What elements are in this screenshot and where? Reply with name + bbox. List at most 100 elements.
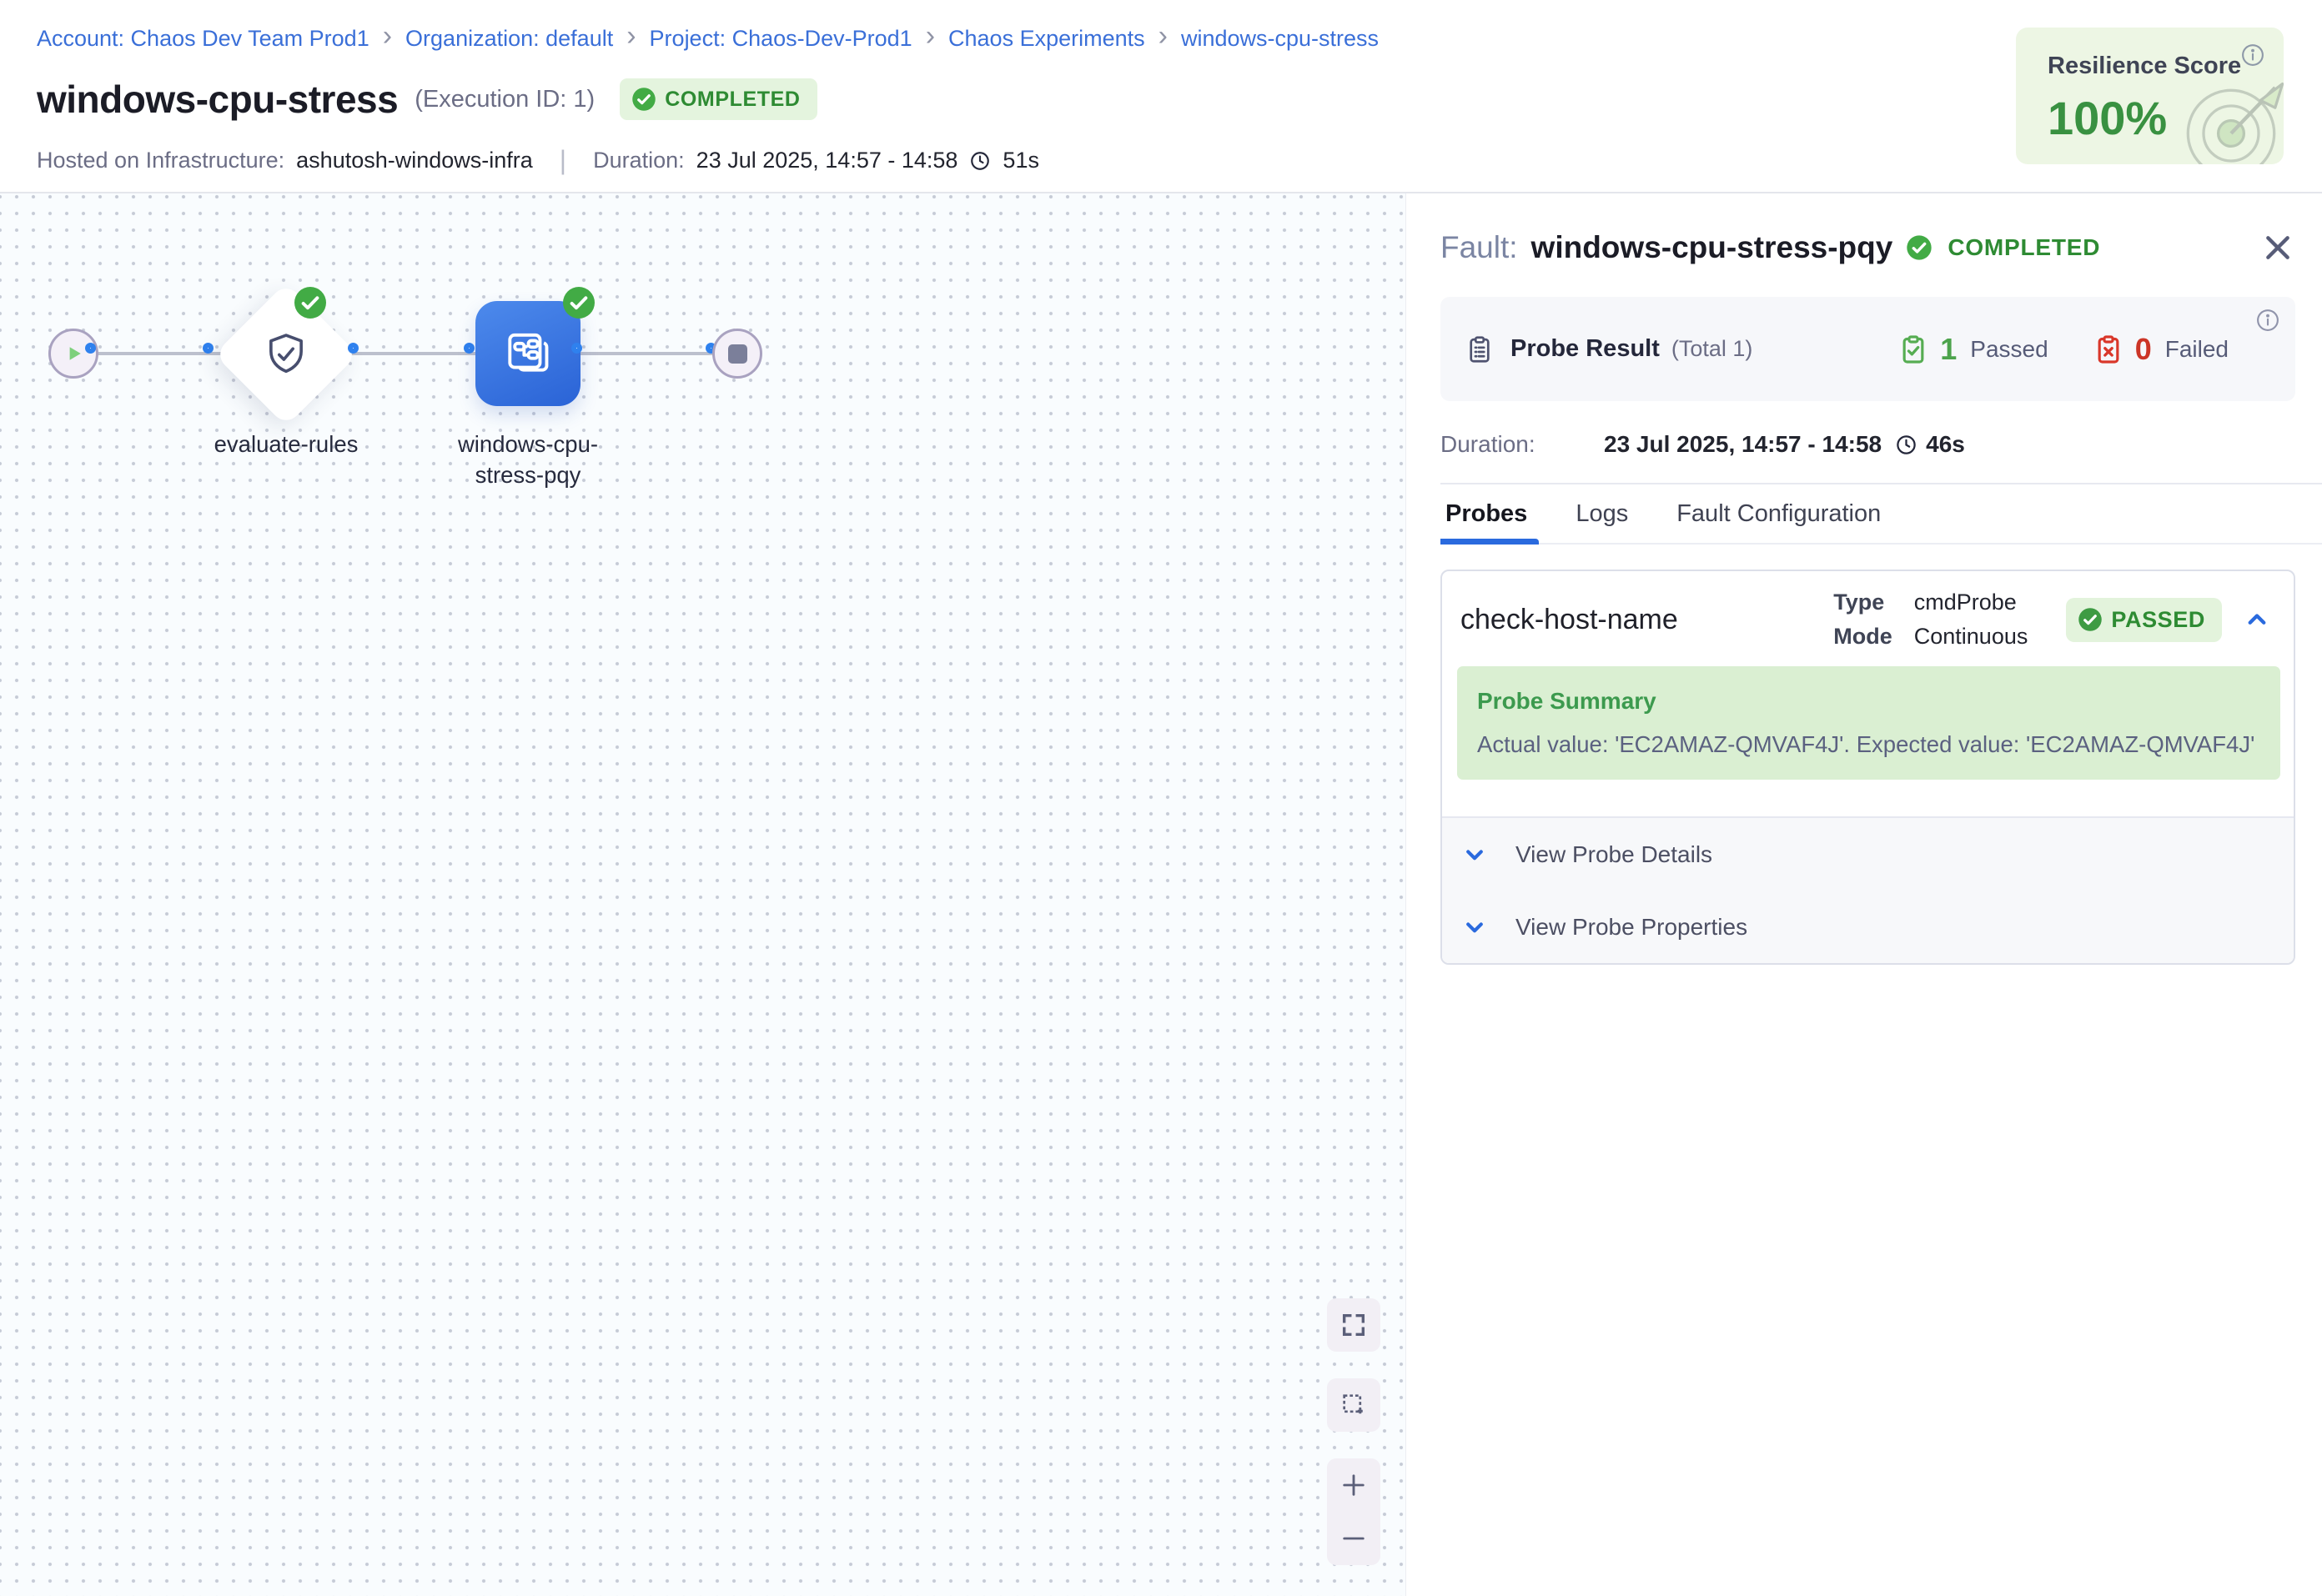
pipeline-canvas[interactable]: evaluate-rules windows-cpu- stress-pqy <box>0 193 1406 1596</box>
edge-connector-dot <box>348 343 359 354</box>
edge-connector-dot <box>464 343 475 354</box>
zoom-out-button[interactable] <box>1327 1512 1380 1565</box>
clipboard-x-icon <box>2092 333 2125 366</box>
failed-label: Failed <box>2165 336 2229 363</box>
probe-card-header[interactable]: check-host-name Type cmdProbe Mode Conti… <box>1442 571 2294 666</box>
infrastructure-name: ashutosh-windows-infra <box>296 148 533 173</box>
view-probe-details-label: View Probe Details <box>1515 841 1712 868</box>
stop-icon <box>728 344 747 364</box>
resilience-score-label: Resilience Score <box>2048 53 2241 80</box>
probe-summary-box: Probe Summary Actual value: 'EC2AMAZ-QMV… <box>1457 666 2280 780</box>
check-circle-icon <box>1906 234 1932 261</box>
pipeline-edge <box>73 352 737 355</box>
chevron-right-icon: › <box>926 25 935 53</box>
probe-summary-title: Probe Summary <box>1477 688 2260 715</box>
resilience-score-card: Resilience Score 100% <box>2016 28 2284 164</box>
chevron-right-icon: › <box>626 25 636 53</box>
node-label-line2: stress-pqy <box>395 459 661 490</box>
marquee-select-button[interactable] <box>1327 1378 1380 1432</box>
chevron-down-icon <box>1460 913 1489 941</box>
play-icon <box>61 341 86 366</box>
tab-fault-configuration[interactable]: Fault Configuration <box>1676 500 1881 528</box>
duration-label: Duration: <box>1440 431 1604 458</box>
duration-value: 23 Jul 2025, 14:57 - 14:58 <box>696 148 958 173</box>
probe-mode-label: Mode <box>1833 624 1892 650</box>
probe-name: check-host-name <box>1460 604 1833 636</box>
title-row: windows-cpu-stress (Execution ID: 1) COM… <box>37 77 817 122</box>
chevron-up-icon <box>2242 605 2272 635</box>
edge-connector-dot <box>85 343 96 354</box>
fault-detail-panel: Fault: windows-cpu-stress-pqy COMPLETED … <box>1407 193 2322 1596</box>
close-icon <box>2261 231 2294 264</box>
zoom-controls <box>1327 1458 1380 1565</box>
probe-mode-value: Continuous <box>1914 624 2028 650</box>
info-icon[interactable] <box>2240 43 2265 68</box>
clock-icon <box>969 150 991 172</box>
duration-seconds: 51s <box>1003 148 1039 173</box>
probe-status-badge: PASSED <box>2066 598 2222 642</box>
experiment-title: windows-cpu-stress <box>37 77 398 122</box>
experiment-status-text: COMPLETED <box>665 88 800 112</box>
breadcrumb-project-link[interactable]: Project: Chaos-Dev-Prod1 <box>650 26 912 52</box>
chevron-right-icon: › <box>383 25 392 53</box>
view-probe-properties-label: View Probe Properties <box>1515 914 1747 941</box>
check-circle-icon <box>2078 607 2103 632</box>
node-evaluate-rules[interactable] <box>214 283 359 427</box>
probe-result-total: (Total 1) <box>1671 336 1753 362</box>
breadcrumb: Account: Chaos Dev Team Prod1 › Organiza… <box>37 25 1379 53</box>
node-success-badge <box>294 286 327 319</box>
info-icon[interactable] <box>2255 308 2280 333</box>
page-header: Account: Chaos Dev Team Prod1 › Organiza… <box>0 0 2322 193</box>
probe-status-text: PASSED <box>2111 607 2205 633</box>
fault-header: Fault: windows-cpu-stress-pqy COMPLETED <box>1440 193 2295 265</box>
fault-workflow-icon <box>502 328 554 379</box>
close-panel-button[interactable] <box>2260 230 2295 265</box>
collapse-probe-button[interactable] <box>2239 601 2275 638</box>
zoom-in-button[interactable] <box>1327 1458 1380 1512</box>
marquee-select-icon <box>1339 1391 1368 1419</box>
duration-label: Duration: <box>593 148 685 173</box>
breadcrumb-chaos-experiments-link[interactable]: Chaos Experiments <box>948 26 1145 52</box>
panel-tabs: Probes Logs Fault Configuration <box>1440 483 2322 545</box>
probe-card-check-host-name: check-host-name Type cmdProbe Mode Conti… <box>1440 570 2295 965</box>
fullscreen-button[interactable] <box>1327 1298 1380 1352</box>
experiment-status-badge: COMPLETED <box>620 78 817 120</box>
edge-connector-dot <box>571 343 582 354</box>
chaos-experiment-run-page: Account: Chaos Dev Team Prod1 › Organiza… <box>0 0 2322 1596</box>
breadcrumb-current-experiment[interactable]: windows-cpu-stress <box>1181 26 1379 52</box>
probe-result-summary-card: Probe Result (Total 1) 1 Passed 0 Failed <box>1440 297 2295 401</box>
view-probe-properties-toggle[interactable]: View Probe Properties <box>1442 891 2294 963</box>
probe-summary-text: Actual value: 'EC2AMAZ-QMVAF4J'. Expecte… <box>1477 731 2260 758</box>
fault-duration-row: Duration: 23 Jul 2025, 14:57 - 14:58 46s <box>1440 431 2295 458</box>
tab-probes[interactable]: Probes <box>1445 500 1527 528</box>
execution-id: (Execution ID: 1) <box>415 86 595 113</box>
probe-result-title: Probe Result <box>1510 335 1660 363</box>
chevron-down-icon <box>1460 841 1489 869</box>
view-probe-details-toggle[interactable]: View Probe Details <box>1442 818 2294 891</box>
target-arrow-illustration <box>2185 69 2284 164</box>
hosted-on-label: Hosted on Infrastructure: <box>37 148 284 173</box>
probe-type-value: cmdProbe <box>1914 590 2028 615</box>
passed-label: Passed <box>1970 336 2048 363</box>
passed-count: 1 <box>1940 332 1957 367</box>
breadcrumb-account-link[interactable]: Account: Chaos Dev Team Prod1 <box>37 26 369 52</box>
node-success-badge <box>562 286 596 319</box>
tab-logs[interactable]: Logs <box>1576 500 1628 528</box>
canvas-controls <box>1327 1298 1380 1565</box>
node-label-evaluate-rules: evaluate-rules <box>153 429 420 459</box>
breadcrumb-organization-link[interactable]: Organization: default <box>405 26 613 52</box>
node-label-line1: windows-cpu- <box>395 429 661 459</box>
pipeline-start-node[interactable] <box>48 329 98 379</box>
chevron-right-icon: › <box>1158 25 1168 53</box>
failed-count: 0 <box>2135 332 2152 367</box>
fault-status-text: COMPLETED <box>1948 234 2100 261</box>
pipeline-end-node[interactable] <box>712 329 762 379</box>
probe-result-counts: 1 Passed 0 Failed <box>1897 332 2229 367</box>
clipboard-check-icon <box>1897 333 1930 366</box>
fullscreen-icon <box>1339 1311 1368 1339</box>
clipboard-icon <box>1464 334 1495 365</box>
plus-icon <box>1339 1470 1369 1500</box>
fault-label: Fault: <box>1440 230 1518 265</box>
probe-meta: Type cmdProbe Mode Continuous <box>1833 590 2028 650</box>
duration-seconds: 46s <box>1926 431 1965 458</box>
